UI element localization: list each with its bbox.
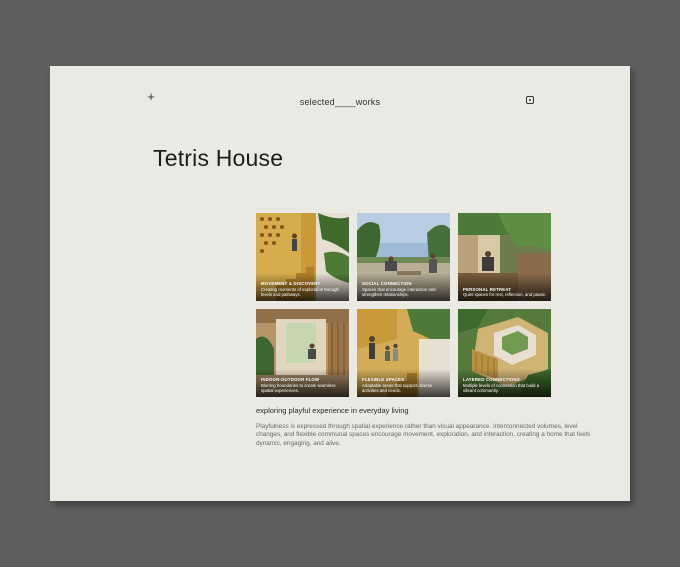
image-gallery: MOVEMENT & DISCOVERY Creating moments of… — [256, 213, 551, 397]
tile-caption: SOCIAL CONNECTION Spaces that encourage … — [362, 281, 446, 297]
site-brand[interactable]: selected____works — [50, 97, 630, 107]
tile-caption-text: Creating moments of exploration through … — [261, 286, 339, 297]
gallery-tile-retreat[interactable]: PERSONAL RETREAT Quiet spaces for rest, … — [458, 213, 551, 301]
gallery-tile-movement[interactable]: MOVEMENT & DISCOVERY Creating moments of… — [256, 213, 349, 301]
tile-caption-text: Adaptable areas that support diverse act… — [362, 382, 433, 393]
gallery-tile-layered[interactable]: LAYERED CONNECTIONS Multiple levels of c… — [458, 309, 551, 397]
project-card: + selected____works Tetris House MOVEMEN… — [50, 66, 630, 501]
tile-caption-text: Quiet spaces for rest, reflection, and p… — [463, 291, 547, 297]
tile-caption-text: Blurring boundaries to create seamless s… — [261, 382, 336, 393]
project-subheading: exploring playful experience in everyday… — [256, 406, 409, 415]
tile-caption-text: Multiple levels of connection that build… — [463, 382, 539, 393]
page-title: Tetris House — [153, 145, 284, 171]
tile-caption: FLEXIBLE SPACES Adaptable areas that sup… — [362, 377, 446, 393]
tile-caption: PERSONAL RETREAT Quiet spaces for rest, … — [463, 287, 547, 297]
gallery-tile-social[interactable]: SOCIAL CONNECTION Spaces that encourage … — [357, 213, 450, 301]
tile-caption: LAYERED CONNECTIONS Multiple levels of c… — [463, 377, 547, 393]
tile-caption: MOVEMENT & DISCOVERY Creating moments of… — [261, 281, 345, 297]
gallery-tile-indoor-outdoor[interactable]: INDOOR-OUTDOOR FLOW Blurring boundaries … — [256, 309, 349, 397]
project-description: Playfulness is expressed through spatial… — [256, 423, 591, 447]
tile-caption-text: Spaces that encourage interaction and st… — [362, 286, 436, 297]
gallery-tile-flexible[interactable]: FLEXIBLE SPACES Adaptable areas that sup… — [357, 309, 450, 397]
tile-caption: INDOOR-OUTDOOR FLOW Blurring boundaries … — [261, 377, 345, 393]
instagram-icon[interactable] — [526, 96, 534, 104]
